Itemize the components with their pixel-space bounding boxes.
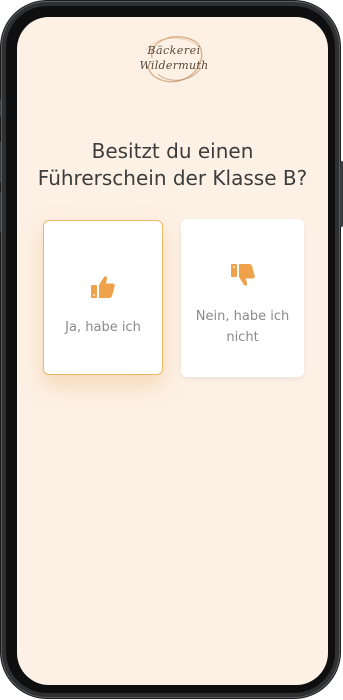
thumbs-down-icon xyxy=(230,264,255,286)
app-screen: Bäckerei Wildermuth Besitzt du einen Füh… xyxy=(17,17,328,685)
brand-logo: Bäckerei Wildermuth xyxy=(138,28,210,90)
volume-up-button xyxy=(0,141,1,183)
thumbs-up-icon xyxy=(91,276,115,298)
volume-down-button xyxy=(0,191,1,233)
question-title: Besitzt du einen Führerschein der Klasse… xyxy=(17,138,328,192)
answer-no-label: Nein, habe ich nicht xyxy=(195,309,290,345)
answer-yes-card[interactable]: Ja, habe ich xyxy=(43,220,163,375)
phone-frame: Bäckerei Wildermuth Besitzt du einen Füh… xyxy=(0,1,343,698)
logo-line-2: Wildermuth xyxy=(139,59,209,72)
answer-yes-label: Ja, habe ich xyxy=(65,320,141,335)
question-line-2: Führerschein der Klasse B? xyxy=(37,166,308,191)
question-line-1: Besitzt du einen xyxy=(91,139,254,164)
answer-no-card[interactable]: Nein, habe ich nicht xyxy=(181,219,304,377)
logo-line-1: Bäckerei xyxy=(147,44,201,57)
mute-switch xyxy=(0,99,1,117)
